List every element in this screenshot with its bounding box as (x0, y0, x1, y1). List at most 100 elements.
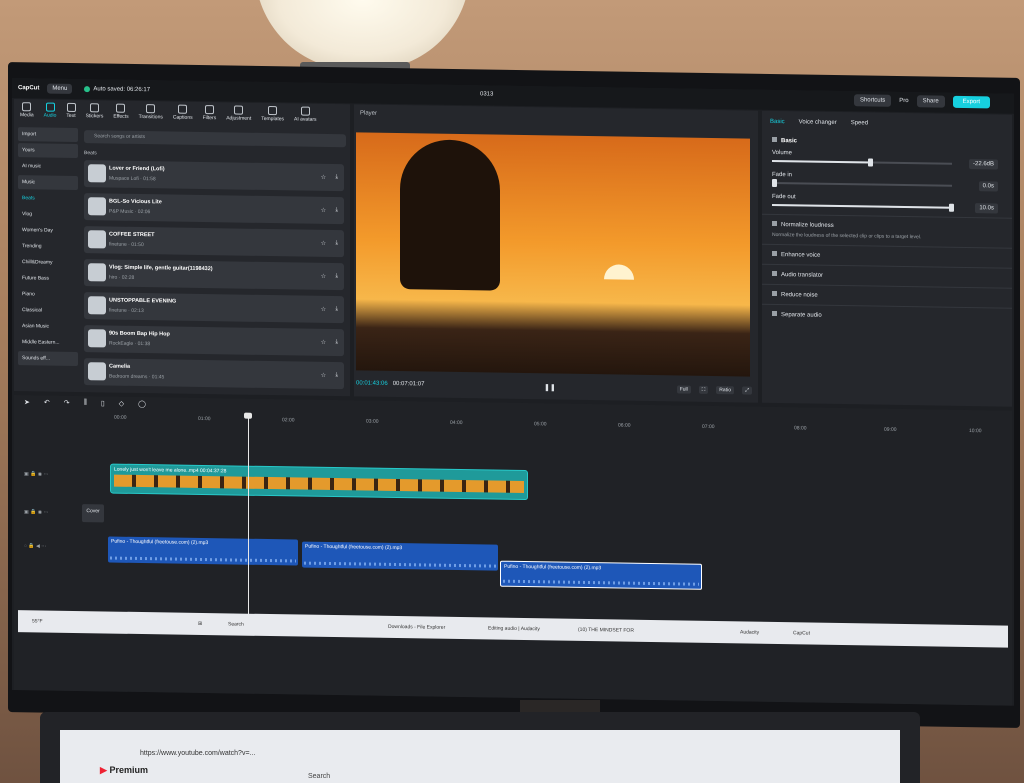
audio-track-icon[interactable]: ◌ 🔒 ◀ ⋯ (24, 543, 46, 549)
taskbar-audacity-2[interactable]: Audacity (740, 629, 759, 635)
tab-basic[interactable]: Basic (770, 119, 785, 125)
select-icon[interactable]: ➤ (24, 398, 30, 406)
star-icon[interactable]: ☆ (321, 174, 326, 181)
audio-clip[interactable]: Pufino - Thoughtful (freetouse.com) (2).… (302, 541, 498, 571)
redo-icon[interactable]: ↷ (64, 399, 70, 407)
pro-button[interactable]: Pro (899, 98, 908, 104)
tab-filters[interactable]: Filters (203, 105, 216, 121)
tab-templates[interactable]: Templates (261, 106, 284, 122)
volume-slider[interactable] (772, 158, 952, 167)
taskbar-search[interactable]: Search (228, 621, 244, 627)
youtube-search[interactable]: Search (308, 773, 330, 780)
song-item[interactable]: BGL-So Vicious Lite P&P Music · 02:06 ☆ ⤓ (84, 193, 344, 225)
fade-out-slider[interactable] (772, 203, 954, 212)
taskbar-browser[interactable]: (10) THE MINDSET FOR (578, 627, 634, 634)
separate-audio-option[interactable]: Separate audio (762, 303, 1012, 328)
song-item[interactable]: Vlog: Simple life, gentle guitar(1198432… (84, 259, 344, 291)
tab-audio[interactable]: Audio (44, 102, 56, 119)
fade-in-slider[interactable] (772, 178, 952, 188)
tab-adjustment[interactable]: Adjustment (226, 105, 251, 122)
tab-ai-avatars[interactable]: AI avatars (294, 106, 317, 123)
star-icon[interactable]: ☆ (321, 240, 326, 247)
category-item[interactable]: Classical (18, 303, 78, 318)
video-preview[interactable] (356, 132, 750, 377)
windows-start-icon[interactable]: ⊞ (198, 621, 202, 627)
category-item[interactable]: Asian Music (18, 319, 78, 334)
star-icon[interactable]: ☆ (321, 207, 326, 214)
export-button[interactable]: Export (952, 95, 990, 109)
split-icon[interactable]: ⫼ (84, 399, 87, 407)
category-item[interactable]: Trending (18, 239, 78, 254)
fade-in-value[interactable]: 0.0s (978, 181, 998, 192)
category-item[interactable]: Import (18, 127, 78, 143)
menu-button[interactable]: Menu (47, 83, 73, 94)
taskbar-capcut[interactable]: CapCut (793, 630, 810, 636)
slider-knob[interactable] (868, 158, 873, 167)
fit-icon[interactable]: ⛶ (698, 385, 709, 394)
download-icon[interactable]: ⤓ (335, 207, 338, 214)
ratio-button[interactable]: Ratio (716, 386, 734, 395)
tab-text[interactable]: Text (66, 102, 76, 119)
shortcuts-button[interactable]: Shortcuts (853, 94, 892, 107)
tab-speed[interactable]: Speed (851, 120, 868, 126)
taskbar-explorer[interactable]: Downloads - File Explorer (388, 624, 445, 631)
pause-icon[interactable]: ❚❚ (544, 383, 556, 391)
download-icon[interactable]: ⤓ (335, 339, 338, 346)
slider-knob[interactable] (949, 203, 954, 212)
song-item[interactable]: Lover or Friend (Lofi) Muspace Lofi · 01:… (84, 160, 344, 192)
star-icon[interactable]: ☆ (321, 273, 326, 280)
category-item[interactable]: Music (18, 175, 78, 191)
shield-icon[interactable]: ◯ (138, 400, 146, 408)
download-icon[interactable]: ⤓ (335, 372, 338, 379)
category-item[interactable]: Beats (18, 191, 78, 206)
audio-clip-selected[interactable]: Pufino - Thoughtful (freetouse.com) (2).… (500, 560, 702, 590)
fade-out-value[interactable]: 10.0s (975, 203, 998, 214)
category-item[interactable]: Yours (18, 143, 78, 159)
lock-icon[interactable]: ▣ 🔒 ◉ ⋯ (24, 509, 48, 515)
audio-clip[interactable]: Pufino - Thoughtful (freetouse.com) (2).… (108, 536, 298, 566)
undo-icon[interactable]: ↶ (44, 399, 50, 407)
category-item[interactable]: AI music (18, 159, 78, 174)
star-icon[interactable]: ☆ (321, 372, 326, 379)
checkbox-icon[interactable] (772, 270, 777, 277)
playhead[interactable] (248, 414, 249, 625)
star-icon[interactable]: ☆ (321, 306, 326, 313)
category-item[interactable]: Chill&Dreamy (18, 255, 78, 270)
checkbox-icon[interactable] (772, 250, 777, 257)
category-item[interactable]: Vlog (18, 207, 78, 222)
search-input[interactable]: Search songs or artists (84, 130, 346, 148)
category-item[interactable]: Middle Eastern... (18, 335, 78, 350)
song-item[interactable]: Camelia Bedroom dreams · 01:45 ☆ ⤓ (84, 358, 344, 390)
delete-icon[interactable]: ▯ (101, 399, 105, 407)
freeze-icon[interactable]: ◇ (119, 400, 124, 408)
checkbox-icon[interactable] (772, 220, 777, 227)
song-item[interactable]: UNSTOPPABLE EVENING finetune · 02:13 ☆ ⤓ (84, 292, 344, 324)
taskbar-audacity[interactable]: Editing audio | Audacity (488, 625, 540, 632)
cover-button[interactable]: Cover (82, 504, 104, 523)
download-icon[interactable]: ⤓ (335, 240, 338, 247)
full-button[interactable]: Full (676, 385, 691, 394)
tab-voice-changer[interactable]: Voice changer (799, 119, 837, 126)
tab-stickers[interactable]: Stickers (86, 103, 103, 119)
category-item[interactable]: Piano (18, 287, 78, 302)
category-item[interactable]: Women's Day (18, 223, 78, 238)
tab-effects[interactable]: Effects (113, 103, 129, 120)
slider-knob[interactable] (772, 178, 777, 188)
category-item[interactable]: Sounds eff... (18, 351, 78, 367)
category-item[interactable]: Future Bass (18, 271, 78, 286)
share-button[interactable]: Share (916, 95, 945, 108)
checkbox-icon[interactable] (772, 136, 777, 143)
download-icon[interactable]: ⤓ (335, 306, 338, 313)
video-clip[interactable]: Lonely just won't leave me alone..mp4 00… (110, 463, 528, 501)
tab-captions[interactable]: Captions (173, 104, 193, 121)
song-item[interactable]: 90s Boom Bap Hip Hop RockEagle · 01:38 ☆ ⤓ (84, 325, 344, 357)
checkbox-icon[interactable] (772, 310, 777, 317)
tab-media[interactable]: Media (20, 102, 34, 118)
download-icon[interactable]: ⤓ (335, 174, 338, 181)
normalize-option[interactable]: Normalize loudness Normalize the loudness… (762, 213, 1012, 248)
volume-value[interactable]: -22.6dB (968, 159, 998, 170)
tab-transitions[interactable]: Transitions (139, 104, 163, 120)
checkbox-icon[interactable] (772, 290, 777, 297)
star-icon[interactable]: ☆ (321, 339, 326, 346)
weather-widget[interactable]: 55°F (32, 618, 43, 624)
